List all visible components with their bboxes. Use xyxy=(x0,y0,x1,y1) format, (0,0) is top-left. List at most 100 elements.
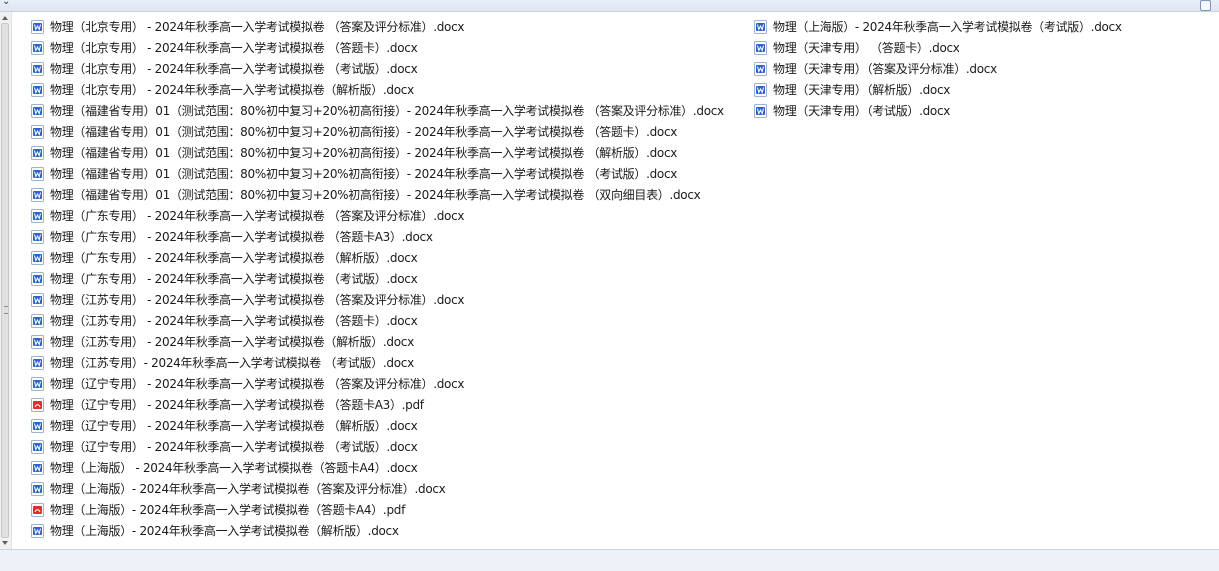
pdf-icon xyxy=(31,502,44,517)
file-item[interactable]: 物理（广东专用） - 2024年秋季高一入学考试模拟卷 （考试版）.docx xyxy=(31,268,724,289)
word-icon xyxy=(31,40,44,55)
file-item[interactable]: 物理（辽宁专用） - 2024年秋季高一入学考试模拟卷 （解析版）.docx xyxy=(31,415,724,436)
file-item[interactable]: 物理（广东专用） - 2024年秋季高一入学考试模拟卷 （答题卡A3）.docx xyxy=(31,226,724,247)
file-name: 物理（江苏专用） - 2024年秋季高一入学考试模拟卷（解析版）.docx xyxy=(50,335,414,349)
file-name: 物理（福建省专用）01（测试范围：80%初中复习+20%初高衔接）- 2024年… xyxy=(50,167,678,181)
word-icon xyxy=(31,124,44,139)
file-item[interactable]: 物理（天津专用）（考试版）.docx xyxy=(754,100,1122,121)
toolbar-strip: ⌄ xyxy=(0,0,1219,12)
word-icon xyxy=(31,523,44,538)
word-icon xyxy=(31,208,44,223)
word-icon xyxy=(754,82,767,97)
file-name: 物理（江苏专用）- 2024年秋季高一入学考试模拟卷 （考试版）.docx xyxy=(50,356,414,370)
file-item[interactable]: 物理（广东专用） - 2024年秋季高一入学考试模拟卷 （答案及评分标准）.do… xyxy=(31,205,724,226)
word-icon xyxy=(31,103,44,118)
word-icon xyxy=(31,376,44,391)
file-item[interactable]: 物理（福建省专用）01（测试范围：80%初中复习+20%初高衔接）- 2024年… xyxy=(31,121,724,142)
file-name: 物理（江苏专用） - 2024年秋季高一入学考试模拟卷 （答题卡）.docx xyxy=(50,314,418,328)
file-name: 物理（北京专用） - 2024年秋季高一入学考试模拟卷（解析版）.docx xyxy=(50,83,414,97)
vertical-scrollbar[interactable] xyxy=(0,12,12,549)
file-list-panel: 物理（北京专用） - 2024年秋季高一入学考试模拟卷 （答案及评分标准）.do… xyxy=(0,12,1219,550)
file-name: 物理（天津专用）（解析版）.docx xyxy=(773,83,951,97)
file-name: 物理（辽宁专用） - 2024年秋季高一入学考试模拟卷 （答案及评分标准）.do… xyxy=(50,377,465,391)
file-name: 物理（辽宁专用） - 2024年秋季高一入学考试模拟卷 （考试版）.docx xyxy=(50,440,418,454)
word-icon xyxy=(31,481,44,496)
scroll-down-arrow-icon[interactable] xyxy=(2,541,8,545)
pdf-icon xyxy=(31,397,44,412)
file-item[interactable]: 物理（天津专用）（解析版）.docx xyxy=(754,79,1122,100)
file-item[interactable]: 物理（辽宁专用） - 2024年秋季高一入学考试模拟卷 （考试版）.docx xyxy=(31,436,724,457)
word-icon xyxy=(754,103,767,118)
word-icon xyxy=(31,61,44,76)
file-name: 物理（江苏专用） - 2024年秋季高一入学考试模拟卷 （答案及评分标准）.do… xyxy=(50,293,465,307)
word-icon xyxy=(31,19,44,34)
word-icon xyxy=(31,145,44,160)
file-name: 物理（广东专用） - 2024年秋季高一入学考试模拟卷 （解析版）.docx xyxy=(50,251,418,265)
file-name: 物理（上海版）- 2024年秋季高一入学考试模拟卷（答题卡A4）.pdf xyxy=(50,503,406,517)
file-name: 物理（广东专用） - 2024年秋季高一入学考试模拟卷 （考试版）.docx xyxy=(50,272,418,286)
file-name: 物理（辽宁专用） - 2024年秋季高一入学考试模拟卷 （解析版）.docx xyxy=(50,419,418,433)
word-icon xyxy=(31,271,44,286)
file-item[interactable]: 物理（辽宁专用） - 2024年秋季高一入学考试模拟卷 （答案及评分标准）.do… xyxy=(31,373,724,394)
file-item[interactable]: 物理（广东专用） - 2024年秋季高一入学考试模拟卷 （解析版）.docx xyxy=(31,247,724,268)
scrollbar-thumb[interactable] xyxy=(1,23,9,538)
file-name: 物理（北京专用） - 2024年秋季高一入学考试模拟卷 （答题卡）.docx xyxy=(50,41,418,55)
file-name: 物理（上海版）- 2024年秋季高一入学考试模拟卷（解析版）.docx xyxy=(50,524,399,538)
word-icon xyxy=(754,61,767,76)
file-name: 物理（天津专用） （答题卡）.docx xyxy=(773,41,960,55)
file-item[interactable]: 物理（上海版） - 2024年秋季高一入学考试模拟卷（答题卡A4）.docx xyxy=(31,457,724,478)
file-name: 物理（北京专用） - 2024年秋季高一入学考试模拟卷 （考试版）.docx xyxy=(50,62,418,76)
file-item[interactable]: 物理（北京专用） - 2024年秋季高一入学考试模拟卷 （考试版）.docx xyxy=(31,58,724,79)
bottom-strip xyxy=(0,550,1219,571)
file-column-right: 物理（上海版）- 2024年秋季高一入学考试模拟卷（考试版）.docx 物理（天津… xyxy=(754,16,1122,121)
file-explorer-window: ⌄ 物理（北京专用） - 2024年秋季高一入学考试模拟卷 （答案及评分标准）.… xyxy=(0,0,1219,571)
file-item[interactable]: 物理（江苏专用）- 2024年秋季高一入学考试模拟卷 （考试版）.docx xyxy=(31,352,724,373)
file-name: 物理（福建省专用）01（测试范围：80%初中复习+20%初高衔接）- 2024年… xyxy=(50,188,701,202)
chevron-down-icon[interactable]: ⌄ xyxy=(2,0,10,7)
file-item[interactable]: 物理（辽宁专用） - 2024年秋季高一入学考试模拟卷 （答题卡A3）.pdf xyxy=(31,394,724,415)
file-item[interactable]: 物理（福建省专用）01（测试范围：80%初中复习+20%初高衔接）- 2024年… xyxy=(31,163,724,184)
file-name: 物理（福建省专用）01（测试范围：80%初中复习+20%初高衔接）- 2024年… xyxy=(50,125,678,139)
file-item[interactable]: 物理（天津专用） （答题卡）.docx xyxy=(754,37,1122,58)
file-name: 物理（天津专用）（答案及评分标准）.docx xyxy=(773,62,997,76)
file-item[interactable]: 物理（上海版）- 2024年秋季高一入学考试模拟卷（答题卡A4）.pdf xyxy=(31,499,724,520)
word-icon xyxy=(31,229,44,244)
file-name: 物理（上海版）- 2024年秋季高一入学考试模拟卷（答案及评分标准）.docx xyxy=(50,482,446,496)
file-name: 物理（福建省专用）01（测试范围：80%初中复习+20%初高衔接）- 2024年… xyxy=(50,146,678,160)
word-icon xyxy=(31,82,44,97)
file-column-left: 物理（北京专用） - 2024年秋季高一入学考试模拟卷 （答案及评分标准）.do… xyxy=(31,16,724,541)
file-name: 物理（上海版） - 2024年秋季高一入学考试模拟卷（答题卡A4）.docx xyxy=(50,461,418,475)
word-icon xyxy=(31,460,44,475)
word-icon xyxy=(31,313,44,328)
file-item[interactable]: 物理（福建省专用）01（测试范围：80%初中复习+20%初高衔接）- 2024年… xyxy=(31,100,724,121)
word-icon xyxy=(31,250,44,265)
file-item[interactable]: 物理（上海版）- 2024年秋季高一入学考试模拟卷（解析版）.docx xyxy=(31,520,724,541)
word-icon xyxy=(754,19,767,34)
file-name: 物理（福建省专用）01（测试范围：80%初中复习+20%初高衔接）- 2024年… xyxy=(50,104,724,118)
file-item[interactable]: 物理（江苏专用） - 2024年秋季高一入学考试模拟卷 （答题卡）.docx xyxy=(31,310,724,331)
file-name: 物理（上海版）- 2024年秋季高一入学考试模拟卷（考试版）.docx xyxy=(773,20,1122,34)
word-icon xyxy=(31,418,44,433)
word-icon xyxy=(31,292,44,307)
file-item[interactable]: 物理（江苏专用） - 2024年秋季高一入学考试模拟卷（解析版）.docx xyxy=(31,331,724,352)
word-icon xyxy=(31,355,44,370)
help-icon[interactable] xyxy=(1200,0,1211,11)
word-icon xyxy=(31,439,44,454)
file-name: 物理（广东专用） - 2024年秋季高一入学考试模拟卷 （答案及评分标准）.do… xyxy=(50,209,465,223)
file-item[interactable]: 物理（北京专用） - 2024年秋季高一入学考试模拟卷（解析版）.docx xyxy=(31,79,724,100)
file-item[interactable]: 物理（江苏专用） - 2024年秋季高一入学考试模拟卷 （答案及评分标准）.do… xyxy=(31,289,724,310)
word-icon xyxy=(31,334,44,349)
file-item[interactable]: 物理（福建省专用）01（测试范围：80%初中复习+20%初高衔接）- 2024年… xyxy=(31,184,724,205)
file-item[interactable]: 物理（上海版）- 2024年秋季高一入学考试模拟卷（考试版）.docx xyxy=(754,16,1122,37)
word-icon xyxy=(31,166,44,181)
file-item[interactable]: 物理（上海版）- 2024年秋季高一入学考试模拟卷（答案及评分标准）.docx xyxy=(31,478,724,499)
word-icon xyxy=(754,40,767,55)
file-item[interactable]: 物理（天津专用）（答案及评分标准）.docx xyxy=(754,58,1122,79)
file-name: 物理（广东专用） - 2024年秋季高一入学考试模拟卷 （答题卡A3）.docx xyxy=(50,230,433,244)
file-item[interactable]: 物理（北京专用） - 2024年秋季高一入学考试模拟卷 （答案及评分标准）.do… xyxy=(31,16,724,37)
word-icon xyxy=(31,187,44,202)
scroll-up-arrow-icon[interactable] xyxy=(2,16,8,20)
scrollbar-grip-icon xyxy=(4,306,8,314)
file-item[interactable]: 物理（北京专用） - 2024年秋季高一入学考试模拟卷 （答题卡）.docx xyxy=(31,37,724,58)
file-item[interactable]: 物理（福建省专用）01（测试范围：80%初中复习+20%初高衔接）- 2024年… xyxy=(31,142,724,163)
